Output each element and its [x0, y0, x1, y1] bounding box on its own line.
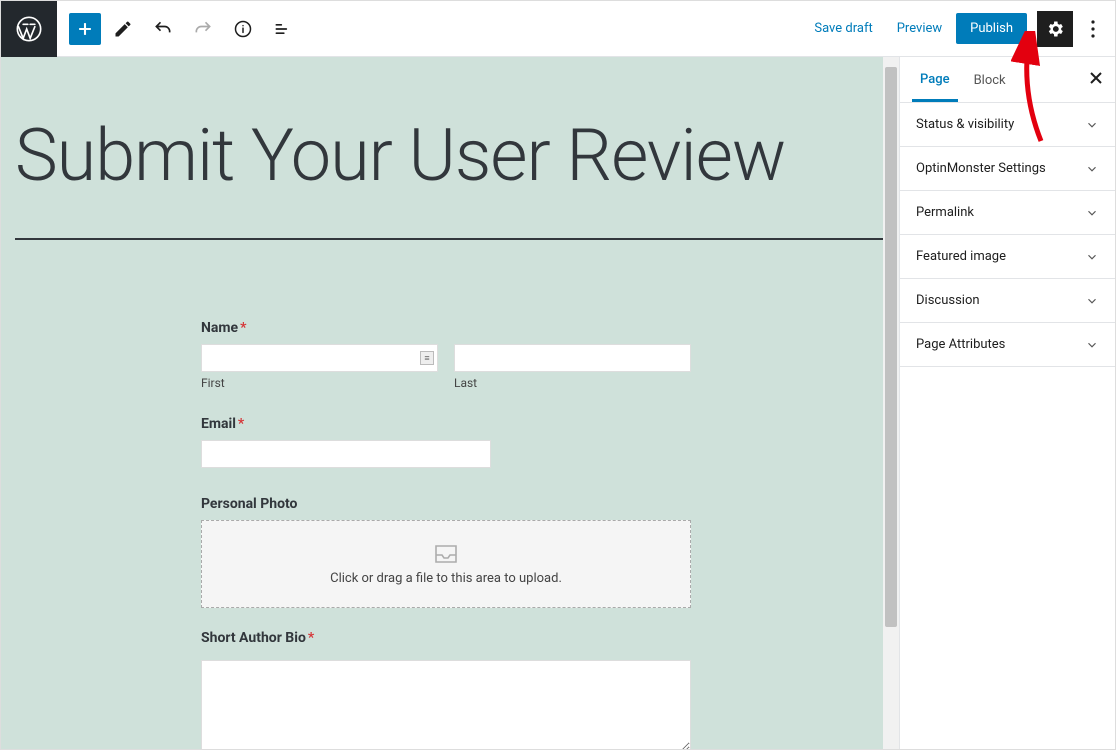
editor-canvas[interactable]: Submit Your User Review Name* ≡ First La…	[1, 57, 899, 749]
sidebar-tabs: Page Block	[900, 57, 1115, 103]
required-marker: *	[238, 416, 244, 432]
close-icon	[1089, 71, 1103, 85]
list-icon	[273, 19, 293, 39]
chevron-down-icon	[1085, 162, 1099, 176]
chevron-down-icon	[1085, 250, 1099, 264]
scrollbar-track[interactable]	[883, 57, 899, 749]
chevron-down-icon	[1085, 206, 1099, 220]
name-label: Name*	[201, 320, 691, 336]
more-menu-button[interactable]	[1079, 11, 1107, 47]
tab-page[interactable]: Page	[912, 58, 958, 102]
panel-optinmonster[interactable]: OptinMonster Settings	[900, 147, 1115, 191]
form-block: Name* ≡ First Last Email*	[201, 320, 691, 749]
scrollbar-thumb[interactable]	[885, 67, 897, 627]
page-title[interactable]: Submit Your User Review	[1, 57, 899, 238]
close-sidebar-button[interactable]	[1089, 71, 1103, 89]
outline-button[interactable]	[265, 11, 301, 47]
panel-page-attributes[interactable]: Page Attributes	[900, 323, 1115, 367]
bio-label: Short Author Bio*	[201, 630, 691, 646]
kebab-icon	[1091, 20, 1095, 38]
undo-icon	[153, 19, 173, 39]
gear-icon	[1045, 19, 1065, 39]
bio-textarea[interactable]	[201, 660, 691, 749]
undo-button[interactable]	[145, 11, 181, 47]
plus-icon	[75, 19, 95, 39]
photo-label: Personal Photo	[201, 496, 691, 512]
first-name-input[interactable]	[201, 344, 438, 372]
chevron-down-icon	[1085, 294, 1099, 308]
email-input[interactable]	[201, 440, 491, 468]
redo-button[interactable]	[185, 11, 221, 47]
save-draft-button[interactable]: Save draft	[804, 13, 882, 44]
autofill-icon: ≡	[420, 351, 434, 365]
tab-block[interactable]: Block	[966, 59, 1014, 100]
chevron-down-icon	[1085, 338, 1099, 352]
email-label: Email*	[201, 416, 691, 432]
preview-button[interactable]: Preview	[887, 13, 952, 44]
required-marker: *	[240, 320, 246, 336]
file-upload-dropzone[interactable]: Click or drag a file to this area to upl…	[201, 520, 691, 608]
inbox-icon	[433, 543, 459, 565]
settings-button[interactable]	[1037, 11, 1073, 47]
wordpress-logo[interactable]	[1, 1, 57, 57]
chevron-down-icon	[1085, 118, 1099, 132]
redo-icon	[193, 19, 213, 39]
upload-text: Click or drag a file to this area to upl…	[330, 571, 562, 586]
toolbar-right: Save draft Preview Publish	[804, 11, 1115, 47]
add-block-button[interactable]	[69, 13, 101, 45]
panel-permalink[interactable]: Permalink	[900, 191, 1115, 235]
required-marker: *	[308, 630, 314, 646]
editor-toolbar: Save draft Preview Publish	[1, 1, 1115, 57]
panel-status-visibility[interactable]: Status & visibility	[900, 103, 1115, 147]
publish-button[interactable]: Publish	[956, 13, 1027, 44]
last-sublabel: Last	[454, 376, 691, 390]
panel-discussion[interactable]: Discussion	[900, 279, 1115, 323]
first-sublabel: First	[201, 376, 438, 390]
separator-block	[15, 238, 885, 240]
panel-featured-image[interactable]: Featured image	[900, 235, 1115, 279]
settings-sidebar: Page Block Status & visibility OptinMons…	[899, 57, 1115, 749]
info-icon	[233, 19, 253, 39]
edit-mode-button[interactable]	[105, 11, 141, 47]
last-name-input[interactable]	[454, 344, 691, 372]
info-button[interactable]	[225, 11, 261, 47]
pencil-icon	[113, 19, 133, 39]
wordpress-icon	[15, 15, 43, 43]
